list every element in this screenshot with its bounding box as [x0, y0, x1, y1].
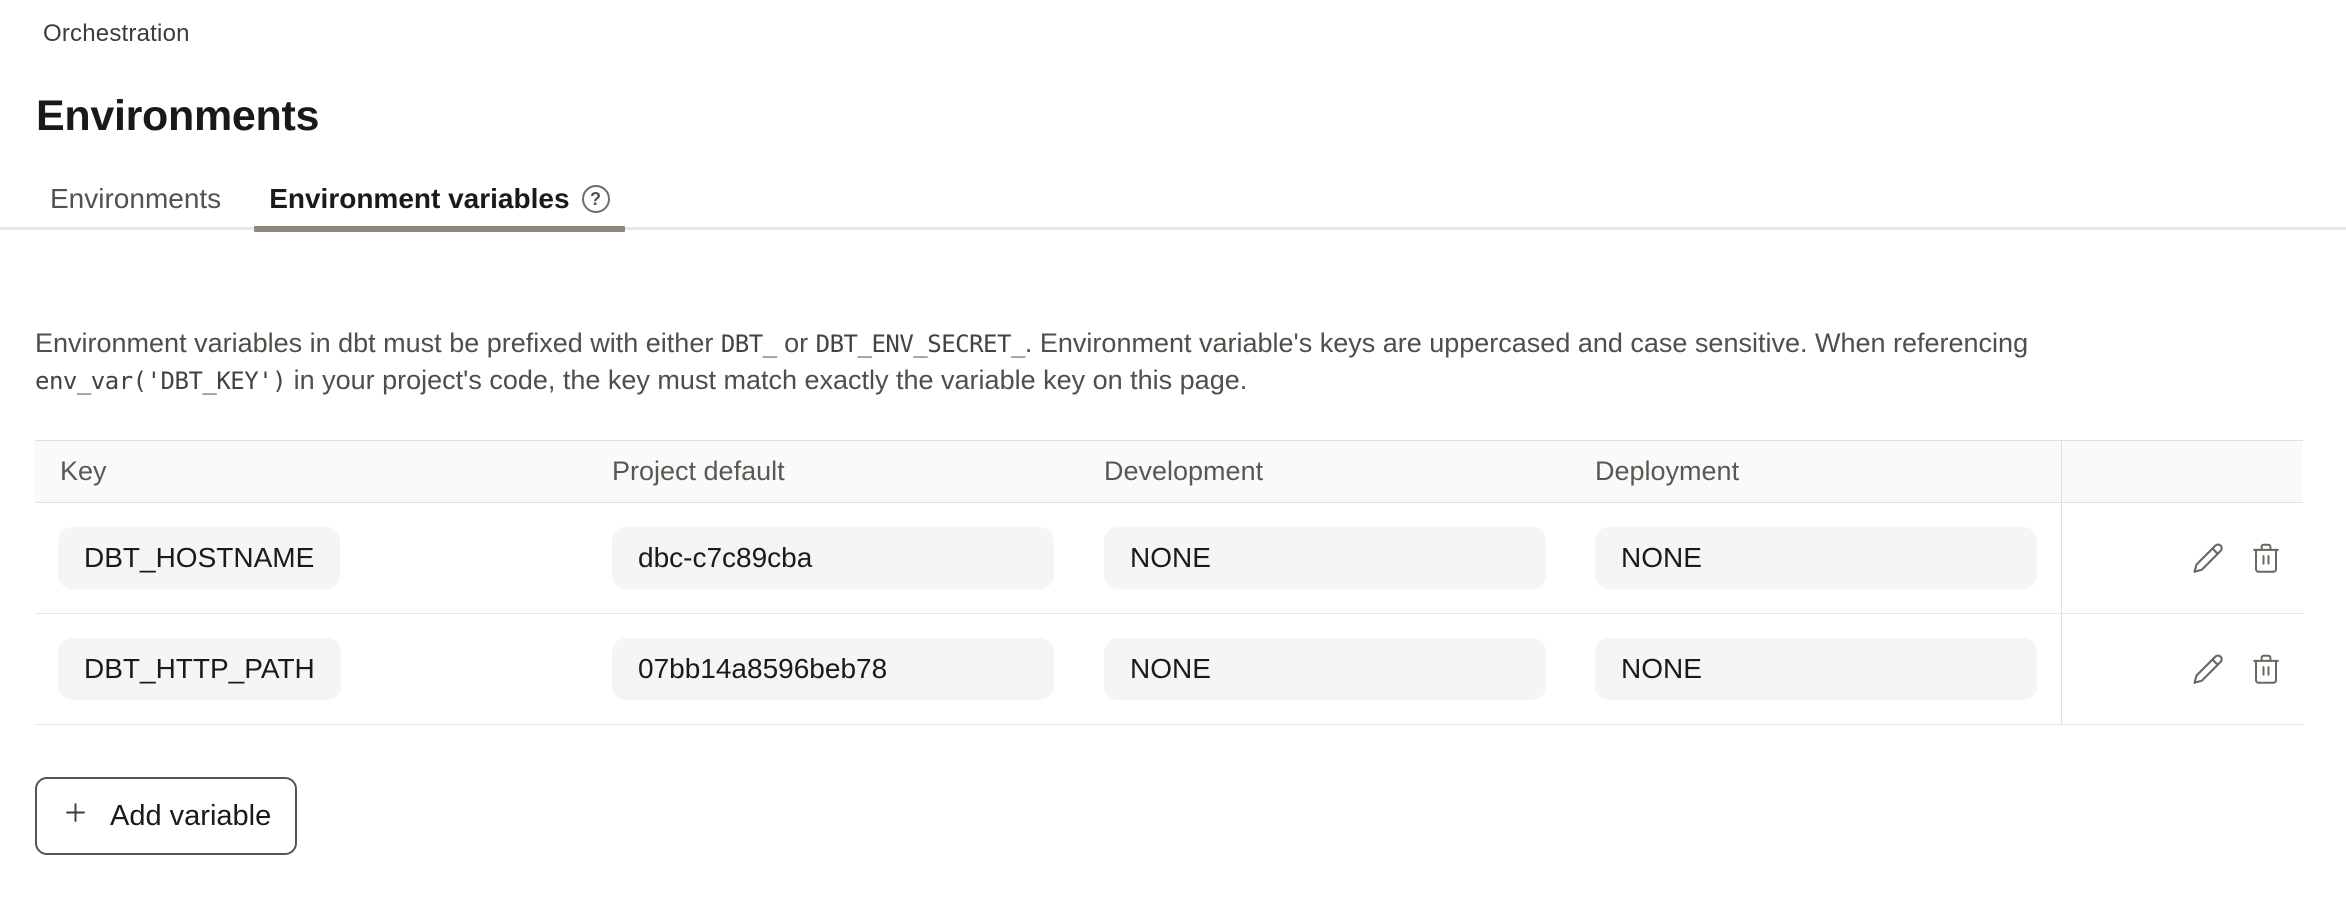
key-pill: DBT_HTTP_PATH: [58, 638, 341, 700]
tab-environments[interactable]: Environments: [50, 169, 221, 229]
key-pill: DBT_HOSTNAME: [58, 527, 340, 589]
table-header-row: Key Project default Development Deployme…: [35, 440, 2303, 503]
development-pill: NONE: [1104, 638, 1546, 700]
column-header-actions: [2061, 441, 2303, 502]
delete-variable-button[interactable]: [2251, 652, 2281, 686]
deployment-pill: NONE: [1595, 527, 2037, 589]
column-header-key: Key: [35, 456, 612, 487]
env-var-table: Key Project default Development Deployme…: [35, 440, 2303, 725]
column-header-deployment: Deployment: [1595, 456, 2061, 487]
trash-icon: [2251, 652, 2281, 686]
edit-variable-button[interactable]: [2191, 541, 2225, 575]
tab-environment-variables-label: Environment variables: [269, 183, 569, 215]
add-variable-button[interactable]: Add variable: [35, 777, 297, 855]
delete-variable-button[interactable]: [2251, 541, 2281, 575]
tab-bar: Environments Environment variables ?: [0, 170, 2346, 230]
project-default-pill: dbc-c7c89cba: [612, 527, 1054, 589]
active-tab-underline: [254, 226, 624, 232]
help-icon[interactable]: ?: [582, 185, 610, 213]
environment-variables-page: Orchestration Environments Environments …: [0, 0, 2346, 924]
add-variable-label: Add variable: [110, 800, 271, 833]
tab-environment-variables[interactable]: Environment variables ?: [269, 169, 609, 229]
column-header-project-default: Project default: [612, 456, 1104, 487]
column-header-development: Development: [1104, 456, 1595, 487]
edit-variable-button[interactable]: [2191, 652, 2225, 686]
table-row: DBT_HOSTNAME dbc-c7c89cba NONE NONE: [35, 503, 2303, 614]
trash-icon: [2251, 541, 2281, 575]
table-row: DBT_HTTP_PATH 07bb14a8596beb78 NONE NONE: [35, 614, 2303, 725]
page-description: Environment variables in dbt must be pre…: [35, 325, 2285, 399]
deployment-pill: NONE: [1595, 638, 2037, 700]
plus-icon: [62, 799, 89, 834]
page-title: Environments: [36, 92, 319, 141]
development-pill: NONE: [1104, 527, 1546, 589]
breadcrumb: Orchestration: [43, 20, 190, 48]
tab-environments-label: Environments: [50, 183, 221, 215]
pencil-icon: [2191, 652, 2225, 686]
pencil-icon: [2191, 541, 2225, 575]
project-default-pill: 07bb14a8596beb78: [612, 638, 1054, 700]
